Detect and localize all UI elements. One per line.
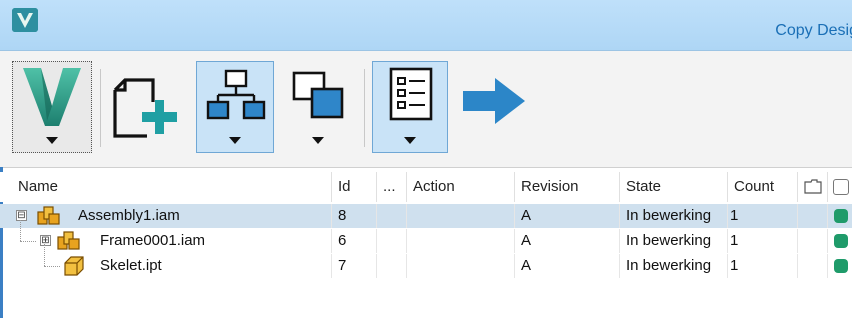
column-header-folder[interactable] [798,172,828,202]
cell-revision: A [515,254,620,278]
vault-menu-button[interactable] [12,61,92,153]
status-indicator [834,209,848,223]
checklist-button[interactable] [372,61,448,153]
cell-more [377,204,407,228]
cell-id: 7 [332,254,377,278]
column-header-name[interactable]: Name [12,172,332,202]
cell-state: In bewerking [620,254,728,278]
table-row[interactable]: ⊟ Assembly1.iam 8 A In bewerking 1 [0,204,852,228]
column-header-status[interactable] [828,172,852,202]
status-indicator [834,259,848,273]
cell-folder [798,254,828,278]
chevron-down-icon [46,137,58,144]
cell-revision: A [515,204,620,228]
next-arrow-icon [463,78,525,124]
cell-more [377,254,407,278]
cell-state: In bewerking [620,229,728,253]
copy-layers-icon [292,71,344,119]
chevron-down-icon [229,137,241,144]
cell-count: 1 [728,229,798,253]
new-file-add-icon [113,78,177,138]
new-file-add-button[interactable] [104,61,184,153]
cell-state: In bewerking [620,204,728,228]
expand-icon[interactable]: ⊞ [40,235,51,246]
status-indicator [834,234,848,248]
status-header-icon [833,179,849,195]
cell-count: 1 [728,254,798,278]
grid-header: Name Id ... Action Revision State Count [0,172,852,202]
cell-action [407,254,515,278]
cell-action [407,229,515,253]
chevron-down-icon [404,137,416,144]
part-icon [64,256,84,276]
title-bar: Copy Desig [0,0,852,51]
cell-folder [798,204,828,228]
vault-logo-icon [23,68,81,126]
file-grid: Name Id ... Action Revision State Count … [0,172,852,318]
column-header-action[interactable]: Action [407,172,515,202]
cell-name: Skelet.ipt [94,254,332,278]
chevron-down-icon [312,137,324,144]
vault-logo-icon [12,8,38,32]
assembly-icon [37,206,60,225]
cell-id: 6 [332,229,377,253]
toolbar [0,51,852,168]
cell-more [377,229,407,253]
folder-icon [804,179,822,194]
cell-revision: A [515,229,620,253]
table-row[interactable]: ⊞ Frame0001.iam 6 A In bewerking 1 [0,220,852,253]
assembly-icon [57,231,80,250]
cell-count: 1 [728,204,798,228]
column-header-count[interactable]: Count [728,172,798,202]
checklist-icon [389,67,433,121]
column-header-revision[interactable]: Revision [515,172,620,202]
cell-action [407,204,515,228]
cell-name: Assembly1.iam [72,204,332,228]
cell-id: 8 [332,204,377,228]
collapse-icon[interactable]: ⊟ [16,210,27,221]
window-title: Copy Desig [775,22,852,39]
column-header-state[interactable]: State [620,172,728,202]
table-row[interactable]: Skelet.ipt 7 A In bewerking 1 [0,244,852,278]
copy-design-button[interactable] [282,61,354,153]
hierarchy-view-icon [206,69,266,120]
column-header-id[interactable]: Id [332,172,377,202]
cell-folder [798,229,828,253]
column-header-more[interactable]: ... [377,172,407,202]
cell-name: Frame0001.iam [94,229,332,253]
hierarchy-view-button[interactable] [196,61,274,153]
next-button[interactable] [454,61,532,153]
